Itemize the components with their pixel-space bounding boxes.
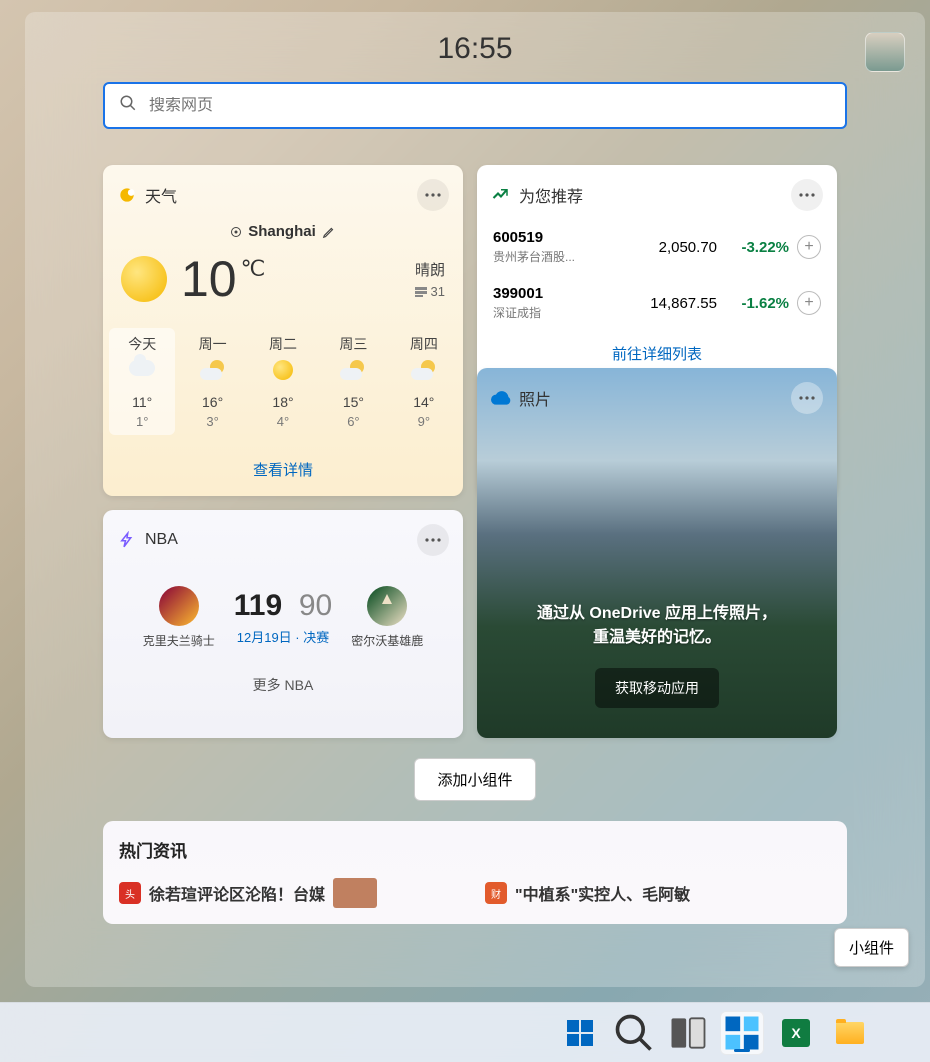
search-input[interactable] [149,97,831,115]
onedrive-icon [491,388,511,408]
location-icon [230,226,242,238]
nba-match-info: 12月19日 · 决赛 [234,627,332,646]
weather-title: 天气 [145,183,177,207]
weather-more-button[interactable] [417,179,449,211]
user-avatar[interactable] [865,32,905,72]
nba-card[interactable]: NBA 克里夫兰骑士 119 90 12月19日 · 决赛 [103,510,463,738]
forecast-day[interactable]: 周三15°6° [320,328,386,435]
stocks-icon [491,185,511,205]
task-view-button[interactable] [666,1011,710,1055]
windows-logo-icon [567,1020,593,1046]
current-temp: 10℃ [181,250,237,308]
widgets-panel: 16:55 天气 Shanghai [25,12,925,987]
news-item[interactable]: 头 徐若瑄评论区沦陷！台媒 [119,878,465,908]
get-mobile-app-button[interactable]: 获取移动应用 [595,668,719,708]
cavaliers-logo-icon [159,586,199,626]
task-view-icon [666,1011,710,1055]
add-stock-button[interactable]: + [797,235,821,259]
sun-icon [121,256,167,302]
news-thumb [333,878,377,908]
news-item[interactable]: 财 "中植系"实控人、毛阿敏 [485,878,831,908]
stock-row[interactable]: 399001深证成指14,867.55-1.62%+ [477,275,837,331]
widgets-tooltip: 小组件 [834,928,909,967]
nba-more-button[interactable] [417,524,449,556]
stock-row[interactable]: 600519贵州茅台酒股...2,050.70-3.22%+ [477,219,837,275]
nba-team-2: 密尔沃基雄鹿 [344,586,430,649]
taskbar: X [0,1002,930,1062]
taskbar-search-button[interactable] [612,1011,656,1055]
widgets-button[interactable] [720,1011,764,1055]
bucks-logo-icon [367,586,407,626]
nba-score: 119 90 [234,589,332,623]
forecast-day[interactable]: 周四14°9° [391,328,457,435]
photos-title: 照片 [519,386,551,410]
excel-button[interactable]: X [774,1011,818,1055]
forecast-row: 今天11°1°周一16°3°周二18°4°周三15°6°周四14°9° [103,322,463,447]
excel-icon: X [782,1019,810,1047]
weather-card[interactable]: 天气 Shanghai 10℃ 晴朗 31 [103,165,463,496]
forecast-day[interactable]: 周二18°4° [250,328,316,435]
add-stock-button[interactable]: + [797,291,821,315]
photos-card[interactable]: 照片 通过从 OneDrive 应用上传照片，重温美好的记忆。 获取移动应用 [477,368,837,738]
widgets-icon [720,1011,764,1055]
clock-time: 16:55 [103,32,847,66]
search-bar[interactable] [103,82,847,129]
photos-more-button[interactable] [791,382,823,414]
add-widget-button[interactable]: 添加小组件 [414,758,535,801]
start-button[interactable] [558,1011,602,1055]
photos-prompt: 通过从 OneDrive 应用上传照片，重温美好的记忆。 [537,602,777,650]
folder-icon [836,1022,864,1044]
news-source-icon: 头 [119,882,141,904]
news-card[interactable]: 热门资讯 头 徐若瑄评论区沦陷！台媒 财 "中植系"实控人、毛阿敏 [103,821,847,924]
nba-team-1: 克里夫兰骑士 [136,586,222,649]
pencil-icon[interactable] [322,225,336,239]
stocks-more-button[interactable] [791,179,823,211]
weather-condition: 晴朗 [415,259,445,280]
weather-aqi: 31 [415,284,445,299]
file-explorer-button[interactable] [828,1011,872,1055]
forecast-day[interactable]: 今天11°1° [109,328,175,435]
weather-details-link[interactable]: 查看详情 [103,447,463,496]
search-icon [119,94,137,117]
news-source-icon: 财 [485,882,507,904]
weather-location[interactable]: Shanghai [103,223,463,240]
stocks-title: 为您推荐 [519,183,583,207]
news-title: 热门资讯 [119,837,831,862]
more-nba-link[interactable]: 更多 NBA [103,657,463,713]
nba-title: NBA [145,531,178,549]
weather-icon [117,185,137,205]
nba-icon [117,530,137,550]
forecast-day[interactable]: 周一16°3° [179,328,245,435]
search-icon [612,1011,656,1055]
